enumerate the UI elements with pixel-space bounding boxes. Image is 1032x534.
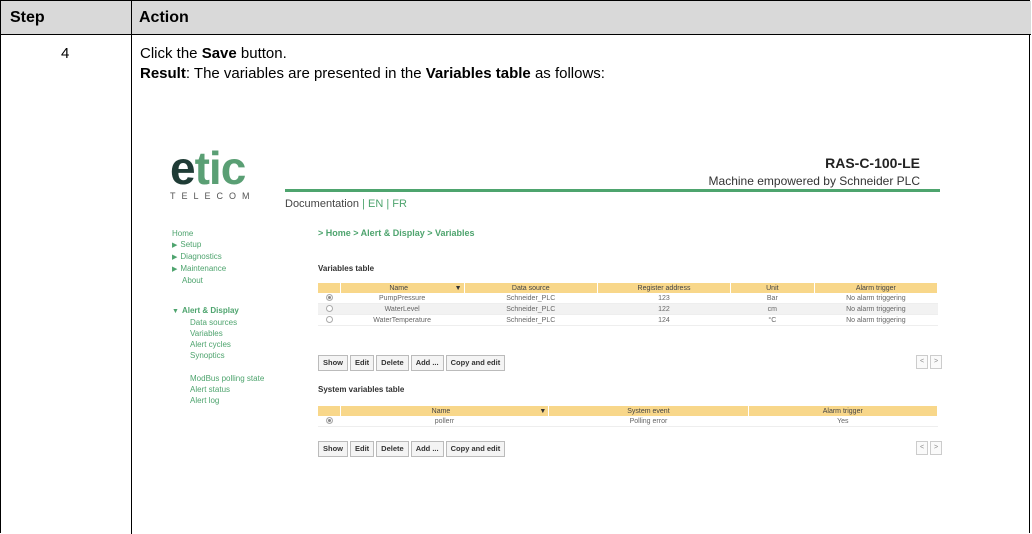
prev-page-button[interactable]: < xyxy=(916,441,928,455)
nav-alert-status[interactable]: Alert status xyxy=(172,384,264,395)
column-divider xyxy=(131,1,132,534)
action-instruction: Click the Save button. xyxy=(140,45,287,62)
nav-setup[interactable]: ▶ Setup xyxy=(172,239,264,251)
embedded-screenshot: etic TELECOM RAS-C-100-LE Machine empowe… xyxy=(140,125,960,465)
header-action: Action xyxy=(139,9,189,26)
column-header[interactable]: Name ▼ xyxy=(340,283,465,293)
nav-home[interactable]: Home xyxy=(172,228,264,239)
column-header[interactable]: Name ▼ xyxy=(340,406,550,416)
next-page-button[interactable]: > xyxy=(930,441,942,455)
row-radio[interactable] xyxy=(325,315,333,323)
variables-table: Name ▼ Data source Register address Unit… xyxy=(318,283,939,326)
column-header: Alarm trigger xyxy=(814,283,939,293)
doc-language-bar: Documentation | EN | FR xyxy=(285,198,407,210)
table-row[interactable]: pollerr Polling error Yes xyxy=(318,416,938,427)
delete-button[interactable]: Delete xyxy=(376,441,409,457)
edit-button[interactable]: Edit xyxy=(350,441,375,457)
column-header: System event xyxy=(548,406,749,416)
procedure-table: Step Action 4 Click the Save button. Res… xyxy=(0,0,1031,534)
system-variables-table-title: System variables table xyxy=(318,385,405,394)
variables-pager: < > xyxy=(916,355,942,369)
prev-page-button[interactable]: < xyxy=(916,355,928,369)
documentation-link[interactable]: Documentation xyxy=(285,198,359,210)
triangle-down-icon: ▼ xyxy=(172,308,179,315)
add-button[interactable]: Add ... xyxy=(410,441,444,457)
lang-fr-link[interactable]: FR xyxy=(392,198,407,210)
header-step: Step xyxy=(10,9,45,26)
step-number: 4 xyxy=(61,45,70,62)
add-button[interactable]: Add ... xyxy=(410,355,444,371)
column-header: Register address xyxy=(597,283,732,293)
nav-diagnostics[interactable]: ▶ Diagnostics xyxy=(172,251,264,263)
nav-alert-display[interactable]: ▼ Alert & Display xyxy=(172,305,264,317)
product-name: RAS-C-100-LE xyxy=(825,155,920,171)
copy-edit-button[interactable]: Copy and edit xyxy=(445,355,506,371)
nav-alert-cycles[interactable]: Alert cycles xyxy=(172,339,264,350)
lang-en-link[interactable]: EN xyxy=(368,198,383,210)
product-tagline: Machine empowered by Schneider PLC xyxy=(708,174,920,188)
column-header: Unit xyxy=(730,283,815,293)
table-row[interactable]: WaterLevel Schneider_PLC 122 cm No alarm… xyxy=(318,303,938,315)
triangle-right-icon: ▶ xyxy=(172,266,178,273)
copy-edit-button[interactable]: Copy and edit xyxy=(445,441,506,457)
result-label: Result xyxy=(140,65,186,82)
table-header-row: Step Action xyxy=(1,1,1031,35)
system-variables-table: Name ▼ System event Alarm trigger poller… xyxy=(318,406,939,427)
sort-down-icon[interactable]: ▼ xyxy=(455,285,462,292)
variables-table-title: Variables table xyxy=(318,264,375,273)
row-radio[interactable] xyxy=(325,293,333,301)
save-label: Save xyxy=(201,45,237,62)
next-page-button[interactable]: > xyxy=(930,355,942,369)
system-button-row: Show Edit Delete Add ... Copy and edit xyxy=(318,441,506,457)
sort-down-icon[interactable]: ▼ xyxy=(539,408,546,415)
action-result: Result: The variables are presented in t… xyxy=(140,65,605,82)
nav-variables[interactable]: Variables xyxy=(172,328,264,339)
row-radio[interactable] xyxy=(325,416,333,424)
nav-data-sources[interactable]: Data sources xyxy=(172,317,264,328)
show-button[interactable]: Show xyxy=(318,355,348,371)
table-row[interactable]: WaterTemperature Schneider_PLC 124 °C No… xyxy=(318,314,938,326)
variables-button-row: Show Edit Delete Add ... Copy and edit xyxy=(318,355,506,371)
nav-synoptics[interactable]: Synoptics xyxy=(172,350,264,361)
breadcrumb: > Home > Alert & Display > Variables xyxy=(318,228,475,238)
etic-logo: etic TELECOM xyxy=(170,142,256,201)
edit-button[interactable]: Edit xyxy=(350,355,375,371)
column-header: Data source xyxy=(464,283,598,293)
triangle-right-icon: ▶ xyxy=(172,254,178,261)
column-header: Alarm trigger xyxy=(748,406,939,416)
show-button[interactable]: Show xyxy=(318,441,348,457)
nav-about[interactable]: About xyxy=(172,275,264,286)
nav-maintenance[interactable]: ▶ Maintenance xyxy=(172,263,264,275)
delete-button[interactable]: Delete xyxy=(376,355,409,371)
variables-table-label: Variables table xyxy=(425,65,531,82)
system-pager: < > xyxy=(916,441,942,455)
triangle-right-icon: ▶ xyxy=(172,242,178,249)
nav-alert-log[interactable]: Alert log xyxy=(172,395,264,406)
nav-modbus-polling[interactable]: ModBus polling state xyxy=(172,373,264,384)
sidebar-nav: Home ▶ Setup ▶ Diagnostics ▶ Maintenance Ab… xyxy=(172,228,264,406)
table-row[interactable]: PumpPressure Schneider_PLC 123 Bar No al… xyxy=(318,293,938,304)
header-divider xyxy=(285,189,940,192)
row-radio[interactable] xyxy=(325,304,333,312)
